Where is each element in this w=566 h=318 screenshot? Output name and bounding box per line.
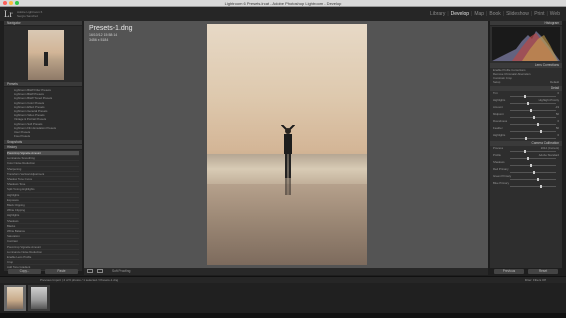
adjustment-row[interactable]: Midpoint 50 [490, 112, 562, 116]
photo-info-overlay: Presets-1.dng 16/10/12 15:58:14 3456 x 5… [89, 25, 133, 42]
slider-track[interactable] [510, 164, 556, 167]
slider-track[interactable] [510, 178, 556, 181]
module-library[interactable]: Library [428, 11, 447, 17]
slider-track[interactable] [510, 102, 556, 105]
image-canvas[interactable]: Presets-1.dng 16/10/12 15:58:14 3456 x 5… [84, 21, 488, 268]
paste-button[interactable]: Paste [45, 269, 78, 274]
slider-track[interactable] [510, 95, 556, 98]
slider-track[interactable] [510, 109, 556, 112]
histogram-graph [492, 31, 560, 61]
photo-dimensions: 3456 x 5184 [89, 37, 109, 42]
module-web[interactable]: Web [548, 11, 562, 17]
adjustment-row[interactable]: Tint 0 [490, 91, 562, 95]
calibration-row[interactable]: Profile Adobe Standard [490, 153, 562, 157]
filmstrip [0, 283, 566, 313]
slider-track[interactable] [510, 137, 556, 140]
histogram[interactable] [492, 27, 560, 61]
effects-rows: Tint 0 Highlights Highlight Priority Amount -… [490, 91, 562, 140]
calibration-row[interactable]: Red Primary [490, 167, 562, 171]
develop-toolbar: Soft Proofing [84, 268, 488, 275]
right-panel-buttons: Previous Reset [490, 268, 562, 275]
soft-proofing-toggle[interactable]: Soft Proofing [112, 269, 130, 274]
lens-setup-row[interactable]: Setup Default [490, 80, 562, 84]
lens-corrections-rows: Enable Profile Corrections Remove Chromat… [490, 68, 562, 80]
preset-folder[interactable]: Free Presets [14, 134, 82, 138]
navigator-preview[interactable] [4, 26, 82, 82]
module-picker: Library | Develop | Map | Book | Slideshow | … [428, 11, 562, 17]
copy-button[interactable]: Copy... [8, 269, 41, 274]
slider-track[interactable] [510, 116, 556, 119]
slider-track[interactable] [510, 130, 556, 133]
identity-plate: Adobe Lightroom 6 Sergio Sanchez [17, 10, 43, 18]
loupe-view-icon[interactable] [87, 269, 93, 273]
adjustment-row[interactable]: Feather 50 [490, 126, 562, 130]
filmstrip-thumb[interactable] [4, 285, 26, 311]
right-panel: Histogram Lens Corrections Enable Profil… [490, 21, 562, 268]
calibration-row[interactable]: Shadows [490, 160, 562, 164]
histogram-header[interactable]: Histogram [490, 21, 562, 26]
calibration-row[interactable]: Process 2012 (Current) [490, 146, 562, 150]
module-map[interactable]: Map [472, 11, 486, 17]
window-title: Lightroom 6 Presets.lrcat - Adobe Photos… [224, 1, 342, 6]
adjustment-row[interactable]: Roundness 0 [490, 119, 562, 123]
module-develop[interactable]: Develop [449, 11, 471, 17]
calibration-row[interactable]: Green Primary [490, 174, 562, 178]
filmstrip-bar: Previous Import | 2 of 6 photos / 1 sele… [0, 276, 566, 283]
left-panel: Navigator Presets Lightroom B&W Filter P… [4, 21, 82, 271]
bottom-edge [0, 313, 566, 318]
slider-track[interactable] [510, 123, 556, 126]
photo-person [281, 125, 295, 195]
main-photo[interactable] [207, 24, 367, 265]
module-slideshow[interactable]: Slideshow [504, 11, 531, 17]
identity-bar: Lr Adobe Lightroom 6 Sergio Sanchez Libr… [0, 7, 566, 21]
presets-list: Lightroom B&W Filter Presets Lightroom B&… [4, 87, 82, 140]
slider-track[interactable] [510, 150, 556, 153]
adjustment-row[interactable]: Amount -19 [490, 105, 562, 109]
photo-filename: Presets-1.dng [89, 25, 133, 32]
lightroom-logo: Lr [4, 9, 13, 19]
calibration-rows: Process 2012 (Current) Profile Adobe Standa… [490, 146, 562, 188]
before-after-icon[interactable] [97, 269, 103, 273]
reset-button[interactable]: Reset [528, 269, 558, 274]
window-titlebar: Lightroom 6 Presets.lrcat - Adobe Photos… [0, 0, 566, 7]
calibration-row[interactable]: Blue Primary [490, 181, 562, 185]
module-print[interactable]: Print [532, 11, 546, 17]
history-list: Post-Crop Vignette Amount Luminance Smoot… [4, 150, 82, 271]
filmstrip-thumb[interactable] [28, 285, 50, 311]
navigator-thumbnail [28, 30, 64, 80]
left-panel-buttons: Copy... Paste [4, 268, 82, 275]
slider-track[interactable] [510, 157, 556, 160]
adjustment-row[interactable]: Highlights Highlight Priority [490, 98, 562, 102]
module-book[interactable]: Book [487, 11, 502, 17]
previous-button[interactable]: Previous [494, 269, 524, 274]
slider-track[interactable] [510, 171, 556, 174]
slider-track[interactable] [510, 185, 556, 188]
